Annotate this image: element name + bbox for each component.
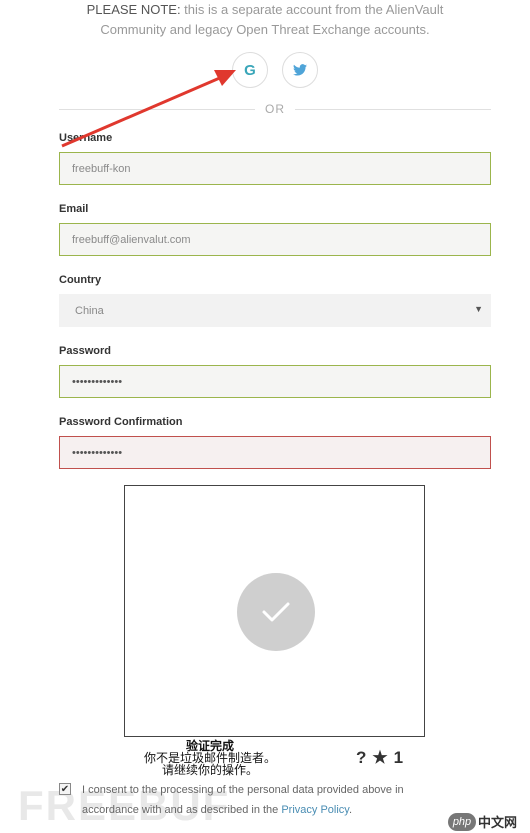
password-confirmation-label: Password Confirmation — [59, 416, 183, 428]
caret-down-icon: ▼ — [474, 304, 483, 314]
twitter-icon — [293, 64, 307, 76]
consent-end: . — [349, 804, 353, 816]
captcha-success-badge — [237, 573, 315, 651]
help-icon[interactable]: ? — [356, 748, 366, 768]
captcha-toolbar: ? ★ 1 — [356, 748, 403, 768]
captcha-panel — [124, 485, 425, 737]
consent-text: I consent to the processing of the perso… — [82, 780, 442, 820]
php-logo: php — [448, 812, 476, 831]
password-label: Password — [59, 345, 111, 357]
captcha-status-line-2: 请继续你的操作。 — [162, 763, 259, 777]
country-label: Country — [59, 274, 102, 286]
checkmark-icon — [262, 602, 290, 622]
username-input[interactable]: freebuff-kon — [59, 152, 491, 185]
country-select[interactable]: China ▼ — [59, 294, 491, 327]
password-input[interactable]: ••••••••••••• — [59, 365, 491, 398]
google-signup-button[interactable]: G — [232, 52, 268, 88]
star-icon[interactable]: ★ — [372, 748, 387, 768]
or-divider: OR — [59, 101, 491, 117]
consent-checkbox[interactable]: ✔ — [59, 783, 71, 795]
username-label: Username — [59, 132, 113, 144]
notice-line-2: Community and legacy Open Threat Exchang… — [100, 22, 430, 37]
notice-line-1-rest: this is a separate account from the Alie… — [180, 2, 444, 17]
email-label: Email — [59, 203, 89, 215]
twitter-signup-button[interactable] — [282, 52, 318, 88]
notice-strong: PLEASE NOTE: — [86, 2, 181, 17]
email-input[interactable]: freebuff@alienvalut.com — [59, 223, 491, 256]
country-selected-value: China — [75, 304, 104, 317]
captcha-count: 1 — [393, 748, 404, 767]
divider-line-right — [295, 109, 491, 110]
notice-text: PLEASE NOTE: this is a separate account … — [0, 0, 530, 40]
privacy-policy-link[interactable]: Privacy Policy — [281, 804, 349, 816]
php-cn-text: 中文网 — [478, 815, 518, 830]
password-confirmation-input[interactable]: ••••••••••••• — [59, 436, 491, 469]
google-icon: G — [244, 61, 256, 79]
consent-body: I consent to the processing of the perso… — [82, 784, 404, 816]
notice-line-1: PLEASE NOTE: this is a separate account … — [0, 0, 530, 20]
checkmark-icon: ✔ — [60, 783, 70, 795]
php-cn-watermark: php 中文网 — [448, 812, 517, 831]
